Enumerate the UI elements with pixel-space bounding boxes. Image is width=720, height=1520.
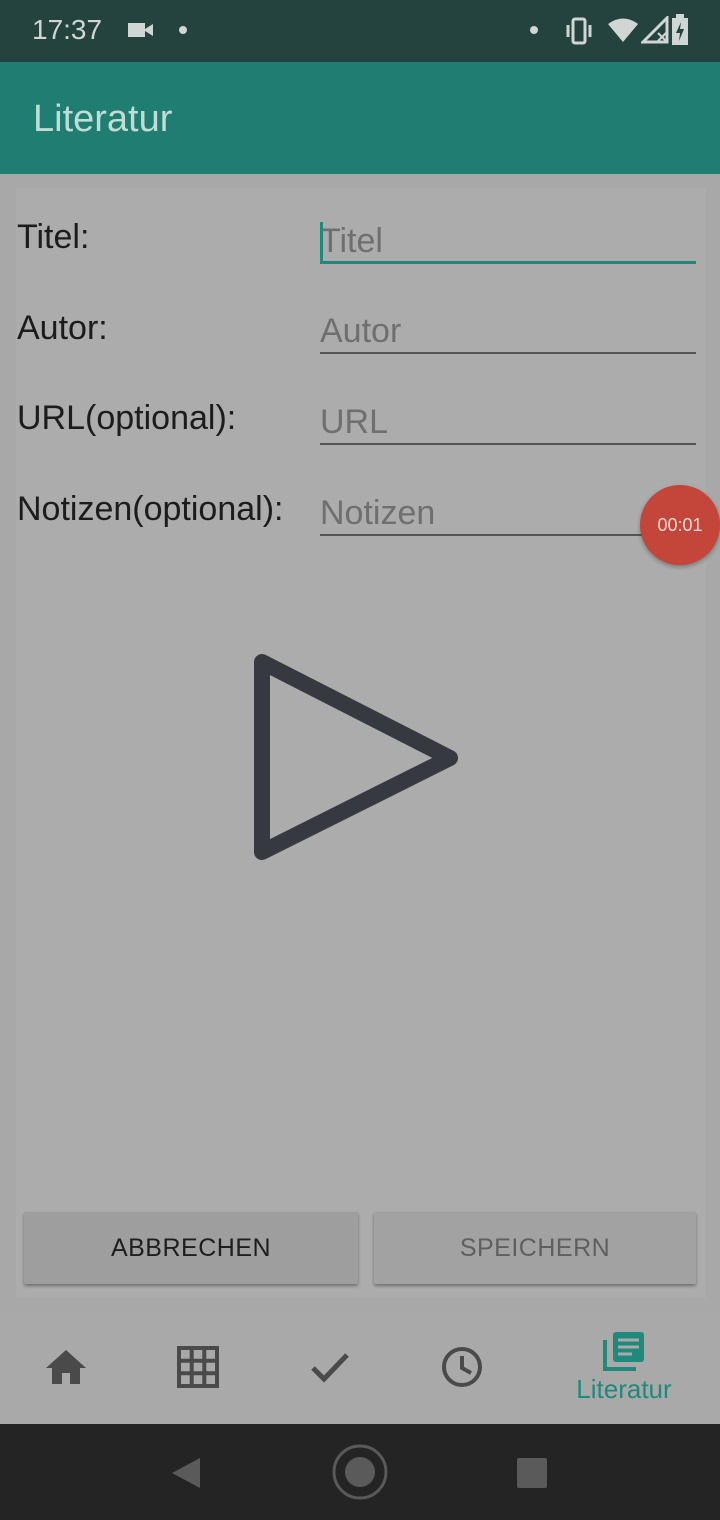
- dot-icon: [530, 26, 538, 34]
- app-bar: Literatur: [0, 62, 720, 174]
- status-bar: 17:37: [0, 0, 720, 62]
- recording-timer-badge[interactable]: 00:01: [640, 485, 720, 565]
- bottom-navigation: Literatur: [0, 1310, 720, 1424]
- notes-label: Notizen(optional):: [17, 490, 284, 528]
- check-icon: [311, 1353, 349, 1383]
- title-label: Titel:: [17, 218, 90, 256]
- home-button-icon[interactable]: [331, 1443, 389, 1501]
- recents-icon[interactable]: [516, 1457, 548, 1489]
- cancel-button[interactable]: ABBRECHEN: [24, 1212, 358, 1284]
- author-label: Autor:: [17, 309, 108, 347]
- clock-icon: [442, 1347, 482, 1387]
- dot-icon: [179, 26, 187, 34]
- nav-item-home[interactable]: [26, 1310, 106, 1424]
- author-input[interactable]: Autor: [320, 304, 696, 354]
- home-icon: [46, 1350, 86, 1384]
- url-placeholder: URL: [320, 403, 389, 441]
- literature-icon: [603, 1331, 644, 1371]
- url-input[interactable]: URL: [320, 395, 696, 445]
- video-camera-icon: [128, 23, 153, 37]
- nav-item-literatur-label: Literatur: [576, 1373, 672, 1404]
- title-placeholder: Titel: [320, 222, 383, 260]
- signal-icon: [641, 16, 669, 44]
- page-title: Literatur: [33, 98, 173, 140]
- save-button[interactable]: SPEICHERN: [374, 1212, 696, 1284]
- notes-placeholder: Notizen: [320, 494, 436, 532]
- title-input[interactable]: Titel: [320, 214, 696, 264]
- nav-item-literatur[interactable]: Literatur: [560, 1310, 688, 1424]
- recording-timer-text: 00:01: [657, 514, 703, 535]
- author-placeholder: Autor: [320, 312, 402, 350]
- grid-icon: [177, 1346, 219, 1388]
- system-navigation-bar: [0, 1424, 720, 1520]
- battery-icon: [672, 14, 688, 45]
- play-icon[interactable]: [240, 640, 470, 870]
- nav-item-history[interactable]: [422, 1310, 502, 1424]
- status-time: 17:37: [32, 14, 103, 45]
- back-icon[interactable]: [170, 1456, 202, 1490]
- nav-item-grid[interactable]: [158, 1310, 238, 1424]
- save-button-label: SPEICHERN: [459, 1233, 611, 1262]
- vibrate-icon: [566, 17, 592, 45]
- text-cursor: [320, 222, 323, 262]
- nav-item-tasks[interactable]: [290, 1310, 370, 1424]
- cancel-button-label: ABBRECHEN: [110, 1233, 272, 1262]
- url-label: URL(optional):: [17, 399, 237, 437]
- wifi-icon: [608, 18, 638, 42]
